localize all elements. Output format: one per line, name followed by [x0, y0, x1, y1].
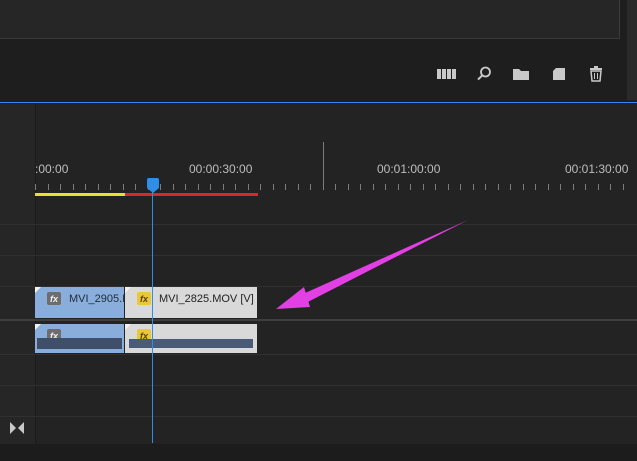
ruler-tick — [222, 184, 224, 190]
ruler-tick — [247, 184, 249, 190]
ruler-tick — [35, 184, 36, 190]
ruler-tick — [272, 184, 274, 190]
clip-corner-marker — [125, 324, 131, 330]
ruler-tick — [60, 184, 61, 190]
audio-clip-mvi-2905[interactable]: fx — [35, 324, 124, 353]
ruler-tick — [335, 184, 336, 190]
ruler-tick — [85, 184, 86, 190]
annotation-arrow-icon — [276, 220, 468, 309]
video-clip-mvi-2905[interactable]: fx MVI_2905.M — [35, 287, 124, 318]
trash-icon[interactable] — [585, 64, 607, 84]
ruler-tick — [160, 184, 161, 190]
ruler-tick — [410, 184, 411, 190]
work-area-bar-in[interactable] — [35, 193, 125, 196]
ruler-tick — [610, 184, 611, 190]
ruler-tick — [472, 184, 474, 190]
ruler-tick — [172, 184, 174, 190]
columns-icon[interactable] — [436, 64, 458, 84]
search-icon[interactable] — [473, 64, 495, 84]
ruler-tick — [497, 184, 499, 190]
ruler-tick — [597, 184, 599, 190]
timecode-label: :00:00 — [35, 162, 69, 176]
ruler-tick — [372, 184, 374, 190]
fx-badge[interactable]: fx — [47, 292, 61, 305]
ruler-tick — [385, 184, 386, 190]
ruler-tick — [572, 184, 574, 190]
track-divider — [0, 385, 637, 386]
ruler-tick — [110, 184, 111, 190]
project-panel-scrollbar[interactable] — [627, 0, 637, 100]
ruler-tick — [510, 184, 511, 190]
clip-label: MVI_2905.M — [69, 293, 124, 305]
new-item-icon[interactable] — [548, 64, 570, 84]
ruler-tick — [360, 184, 361, 190]
panel-focus-line — [0, 102, 637, 103]
ruler-tick — [560, 184, 561, 190]
track-divider — [0, 354, 637, 355]
ruler-tick — [547, 184, 549, 190]
video-audio-divider[interactable] — [0, 319, 637, 321]
collapse-tracks-icon[interactable] — [10, 421, 24, 434]
audio-waveform — [129, 339, 253, 348]
ruler-tick — [347, 184, 349, 190]
ruler-tick — [122, 184, 124, 190]
ruler-tick — [485, 184, 486, 190]
ruler-tick — [185, 184, 186, 190]
ruler-tick — [622, 184, 624, 190]
ruler-tick — [297, 184, 299, 190]
timecode-label: 00:01:30:00 — [565, 162, 629, 176]
ruler-tick — [47, 184, 49, 190]
playhead-line[interactable] — [152, 190, 153, 443]
work-area-bar-render[interactable] — [125, 193, 258, 196]
ruler-tick — [210, 184, 211, 190]
ruler-tick — [422, 184, 424, 190]
ruler-tick — [97, 184, 99, 190]
ruler-tick — [435, 184, 436, 190]
video-clip-mvi-2825[interactable]: fx MVI_2825.MOV [V] — [125, 287, 257, 318]
ruler-tick — [460, 184, 461, 190]
ruler-tick — [535, 184, 536, 190]
clip-label: MVI_2825.MOV [V] — [159, 293, 254, 305]
ruler-tick — [135, 184, 136, 190]
audio-waveform — [37, 338, 122, 349]
clip-corner-marker — [125, 287, 131, 293]
playhead-handle[interactable] — [147, 178, 159, 193]
track-divider — [0, 416, 637, 417]
timecode-label: 00:01:00:00 — [377, 162, 441, 176]
folder-icon[interactable] — [510, 64, 532, 84]
ruler-tick — [585, 184, 586, 190]
ruler-tick — [235, 184, 236, 190]
ruler-tick — [260, 184, 261, 190]
ruler-tick — [397, 184, 399, 190]
ruler-tick — [447, 184, 449, 190]
ruler-tick — [72, 184, 74, 190]
ruler-tick — [310, 184, 311, 190]
track-headers — [0, 104, 36, 461]
clip-corner-marker — [35, 287, 41, 293]
timecode-label: 00:00:30:00 — [189, 162, 253, 176]
ruler-tick — [522, 184, 524, 190]
fx-badge[interactable]: fx — [137, 292, 151, 305]
audio-clip-mvi-2825[interactable]: fx — [125, 324, 257, 353]
ruler-major-tick — [323, 142, 324, 190]
clip-corner-marker — [35, 324, 41, 330]
ruler-tick — [285, 184, 286, 190]
project-panel-content[interactable] — [0, 0, 620, 39]
timeline-scrollbar[interactable] — [0, 444, 637, 461]
ruler-tick — [197, 184, 199, 190]
